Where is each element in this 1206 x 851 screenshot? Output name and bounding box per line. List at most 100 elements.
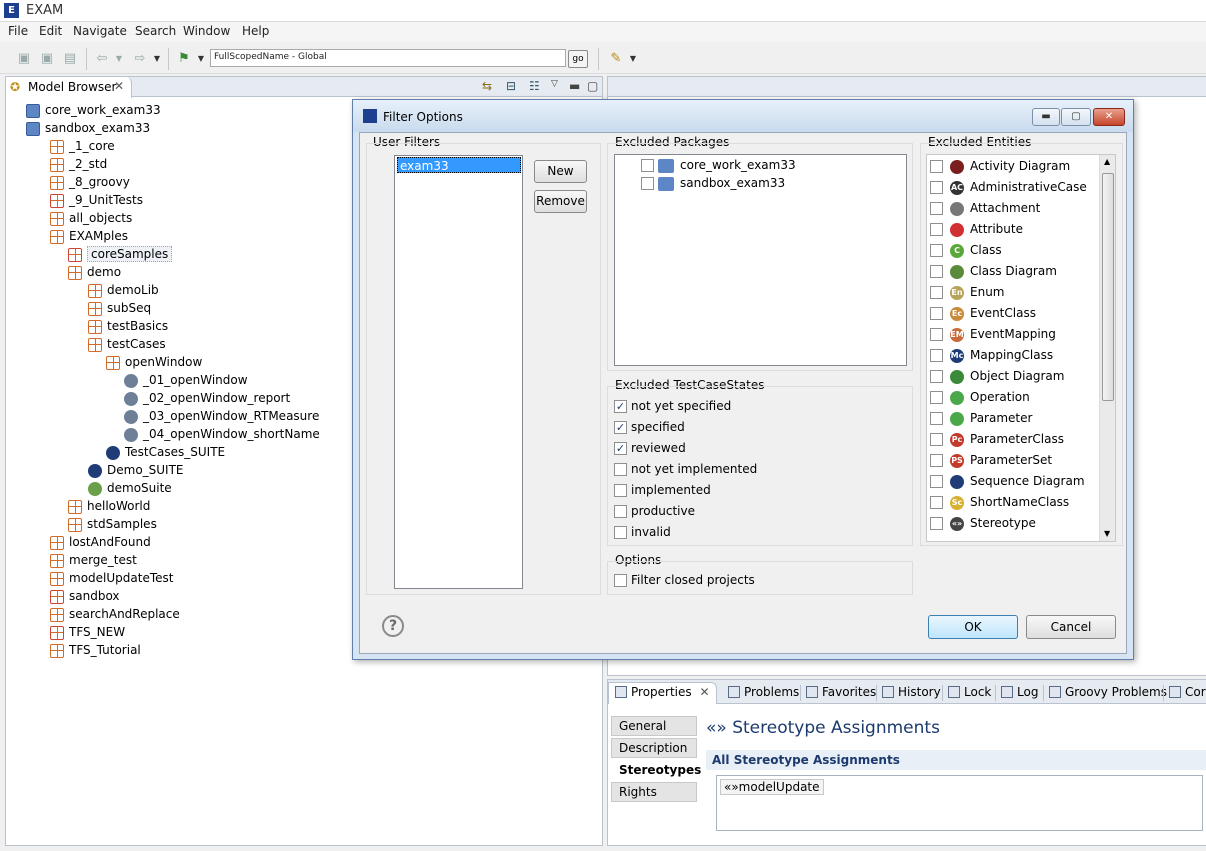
forward-icon[interactable]: ⇨ [132, 51, 148, 67]
entity-option[interactable]: Sequence Diagram [930, 472, 1085, 490]
tree-item[interactable]: demoSuite [88, 479, 172, 497]
testcase-state-option[interactable]: productive [614, 502, 695, 520]
minimize-icon[interactable]: ▬ [569, 79, 580, 93]
new-button[interactable]: New [534, 160, 587, 183]
menu-help[interactable]: Help [242, 24, 269, 38]
testcase-state-option[interactable]: implemented [614, 481, 711, 499]
tree-item[interactable]: TestCases_SUITE [106, 443, 225, 461]
go-button[interactable]: go [568, 50, 588, 68]
tree-item[interactable]: _1_core [50, 137, 115, 155]
testcase-state-option[interactable]: ✓ not yet specified [614, 397, 731, 415]
excluded-entities-list[interactable]: Activity Diagram AC AdministrativeCase Atta… [926, 154, 1116, 542]
testcase-state-option[interactable]: not yet implemented [614, 460, 757, 478]
help-icon[interactable]: ? [382, 615, 404, 637]
tree-item[interactable]: _2_std [50, 155, 107, 173]
tree-item[interactable]: _01_openWindow [124, 371, 248, 389]
entity-checkbox[interactable] [930, 496, 943, 509]
tree-item[interactable]: TFS_Tutorial [50, 641, 141, 659]
tree-item[interactable]: testBasics [88, 317, 168, 335]
pin-dropdown-icon[interactable]: ▼ [628, 51, 638, 67]
entity-option[interactable]: Pc ParameterClass [930, 430, 1064, 448]
tree-item[interactable]: EXAMples [50, 227, 128, 245]
scroll-down-icon[interactable]: ▼ [1104, 529, 1110, 538]
menu-navigate[interactable]: Navigate [73, 24, 127, 38]
entity-checkbox[interactable] [930, 412, 943, 425]
testcase-state-checkbox[interactable] [614, 463, 627, 476]
entities-scrollbar[interactable]: ▲ ▼ [1099, 155, 1115, 541]
tree-item[interactable]: _8_groovy [50, 173, 130, 191]
entity-checkbox[interactable] [930, 286, 943, 299]
maximize-icon[interactable]: ▢ [587, 79, 598, 93]
testcase-state-checkbox[interactable] [614, 505, 627, 518]
tree-item[interactable]: Demo_SUITE [88, 461, 184, 479]
package-row[interactable]: sandbox_exam33 [641, 174, 785, 192]
tree-item[interactable]: core_work_exam33 [26, 101, 161, 119]
filter-dropdown-icon[interactable]: ▼ [196, 51, 206, 67]
entity-checkbox[interactable] [930, 160, 943, 173]
scroll-thumb[interactable] [1102, 173, 1114, 401]
tab-model-browser[interactable]: ✪ Model Browser ✕ [6, 77, 132, 98]
tree-item[interactable]: _03_openWindow_RTMeasure [124, 407, 319, 425]
testcase-state-checkbox[interactable]: ✓ [614, 442, 627, 455]
tree-item[interactable]: _02_openWindow_report [124, 389, 290, 407]
testcase-state-option[interactable]: ✓ specified [614, 418, 685, 436]
entity-checkbox[interactable] [930, 475, 943, 488]
print-icon[interactable]: ▤ [62, 51, 78, 67]
save-all-icon[interactable]: ▣ [39, 51, 55, 67]
menu-search[interactable]: Search [135, 24, 176, 38]
tree-item[interactable]: merge_test [50, 551, 137, 569]
entity-checkbox[interactable] [930, 517, 943, 530]
tree-item[interactable]: sandbox_exam33 [26, 119, 150, 137]
package-checkbox[interactable] [641, 159, 654, 172]
entity-option[interactable]: Activity Diagram [930, 157, 1070, 175]
entity-checkbox[interactable] [930, 223, 943, 236]
menu-edit[interactable]: Edit [39, 24, 62, 38]
menu-file[interactable]: File [8, 24, 28, 38]
entity-checkbox[interactable] [930, 349, 943, 362]
testcase-state-checkbox[interactable]: ✓ [614, 400, 627, 413]
testcase-state-option[interactable]: ✓ reviewed [614, 439, 686, 457]
entity-option[interactable]: Parameter [930, 409, 1032, 427]
entity-option[interactable]: PS ParameterSet [930, 451, 1052, 469]
close-button[interactable]: ✕ [1093, 108, 1125, 126]
testcase-state-option[interactable]: invalid [614, 523, 671, 541]
tab-log[interactable]: Log [1001, 683, 1038, 703]
tree-item[interactable]: helloWorld [68, 497, 150, 515]
tree-item[interactable]: lostAndFound [50, 533, 151, 551]
tree-item[interactable]: sandbox [50, 587, 120, 605]
package-row[interactable]: core_work_exam33 [641, 156, 796, 174]
entity-checkbox[interactable] [930, 328, 943, 341]
tab-groovy-problems[interactable]: Groovy Problems [1049, 683, 1167, 703]
entity-checkbox[interactable] [930, 181, 943, 194]
entity-checkbox[interactable] [930, 202, 943, 215]
entity-option[interactable]: Attribute [930, 220, 1023, 238]
view-menu-icon[interactable]: ▽ [551, 79, 558, 89]
back-icon[interactable]: ⇦ [94, 51, 110, 67]
tree-item[interactable]: TFS_NEW [50, 623, 125, 641]
close-icon[interactable]: ✕ [699, 685, 709, 699]
minimize-button[interactable]: ▬ [1032, 108, 1060, 126]
entity-option[interactable]: Mc MappingClass [930, 346, 1053, 364]
entity-checkbox[interactable] [930, 244, 943, 257]
stereotype-assignments-list[interactable]: «»modelUpdate [716, 775, 1203, 831]
user-filters-list[interactable]: exam33 [394, 155, 523, 589]
side-tab-general[interactable]: General [611, 716, 697, 736]
entity-option[interactable]: C Class [930, 241, 1002, 259]
testcase-state-checkbox[interactable] [614, 526, 627, 539]
entity-checkbox[interactable] [930, 391, 943, 404]
entity-checkbox[interactable] [930, 433, 943, 446]
link-editor-icon[interactable]: ⇆ [482, 79, 492, 93]
tree-item[interactable]: searchAndReplace [50, 605, 180, 623]
tab-favorites[interactable]: Favorites [806, 683, 876, 703]
entity-option[interactable]: Ec EventClass [930, 304, 1036, 322]
scroll-up-icon[interactable]: ▲ [1104, 157, 1110, 166]
tree-item[interactable]: stdSamples [68, 515, 157, 533]
menu-window[interactable]: Window [183, 24, 230, 38]
testcase-state-checkbox[interactable]: ✓ [614, 421, 627, 434]
side-tab-rights[interactable]: Rights [611, 782, 697, 802]
entity-checkbox[interactable] [930, 370, 943, 383]
tree-item[interactable]: demoLib [88, 281, 159, 299]
user-filter-item[interactable]: exam33 [397, 157, 521, 173]
filter-tree-icon[interactable]: ⚑ [176, 51, 192, 67]
tree-item[interactable]: demo [68, 263, 121, 281]
